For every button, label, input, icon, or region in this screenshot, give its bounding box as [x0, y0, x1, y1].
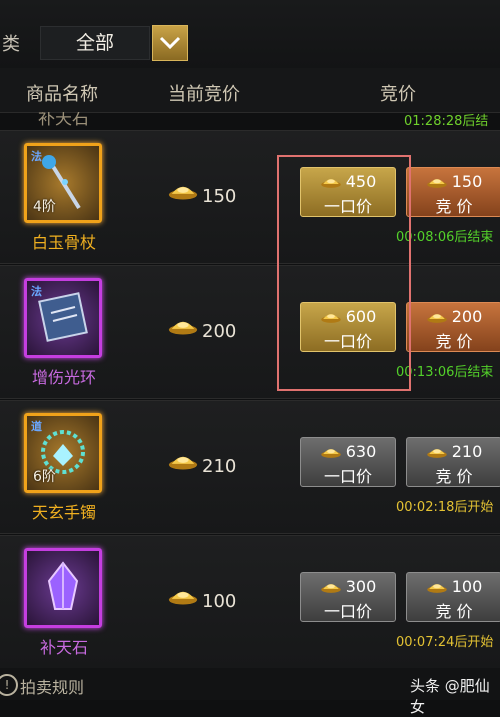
bid-button[interactable]: 200 竞 价 — [406, 302, 500, 352]
item-icon-slot[interactable]: 法 4阶 — [24, 143, 102, 223]
current-bid-value: 100 — [202, 591, 237, 612]
bid-button[interactable]: 210 竞 价 — [406, 437, 500, 487]
item-icon-slot[interactable]: 道 6阶 — [24, 413, 102, 493]
item-art-icon — [35, 287, 91, 351]
buyout-label: 一口价 — [323, 602, 372, 621]
item-name: 天玄手镯 — [31, 503, 96, 522]
footer: ! 拍卖规则 头条 @肥仙女 — [0, 668, 500, 716]
column-header: 商品名称 当前竞价 竞价 — [0, 68, 500, 113]
gold-ingot-icon — [427, 313, 447, 323]
item-name: 补天石 — [39, 638, 88, 657]
gold-ingot-icon — [321, 583, 341, 593]
column-name: 商品名称 — [26, 84, 98, 105]
bid-label: 竞 价 — [435, 332, 473, 351]
auction-rules-link[interactable]: 拍卖规则 — [20, 674, 84, 698]
prev-item-name: 补天石 — [38, 112, 89, 129]
previous-row-partial: 补天石 01:28:28后结束 — [0, 112, 500, 130]
gold-ingot-icon — [427, 448, 447, 458]
item-tier: 4阶 — [33, 199, 56, 215]
gold-ingot-icon — [321, 448, 341, 458]
auction-row: 补天石 100 300 一口价 100 竞 价 00:07:24后开始 — [0, 535, 500, 669]
bid-price: 150 — [451, 172, 483, 191]
gold-ingot-icon — [168, 591, 198, 605]
category-dropdown-button[interactable] — [152, 25, 188, 61]
auction-row: 道 6阶天玄手镯 210 630 一口价 210 竞 价 00:02:18后开始 — [0, 400, 500, 534]
item-name: 增伤光环 — [31, 368, 96, 387]
chevron-down-icon — [159, 36, 181, 50]
buyout-button[interactable]: 300 一口价 — [300, 572, 396, 622]
item-name: 白玉骨杖 — [31, 233, 96, 252]
bid-button[interactable]: 100 竞 价 — [406, 572, 500, 622]
info-icon[interactable]: ! — [0, 674, 18, 696]
bid-price: 200 — [451, 307, 483, 326]
item-icon-slot[interactable] — [24, 548, 102, 628]
current-bid-value: 200 — [202, 321, 237, 342]
bid-label: 竞 价 — [435, 602, 473, 621]
item-icon-slot[interactable]: 法 — [24, 278, 102, 358]
highlight-annotation — [277, 155, 411, 391]
item-art-icon — [35, 557, 91, 621]
auction-timer: 00:07:24后开始 — [396, 635, 494, 650]
item-tier: 6阶 — [33, 469, 56, 485]
column-current-bid: 当前竞价 — [168, 84, 240, 105]
buyout-price: 630 — [345, 442, 377, 461]
current-bid-value: 210 — [202, 456, 237, 477]
bid-button[interactable]: 150 竞 价 — [406, 167, 500, 217]
gold-ingot-icon — [168, 321, 198, 335]
gold-ingot-icon — [168, 186, 198, 200]
buyout-price: 300 — [345, 577, 377, 596]
auction-timer: 00:02:18后开始 — [396, 500, 494, 515]
bid-price: 100 — [451, 577, 483, 596]
buyout-label: 一口价 — [323, 467, 372, 486]
gold-ingot-icon — [168, 456, 198, 470]
column-bid: 竞价 — [380, 84, 416, 105]
gold-ingot-icon — [427, 178, 447, 188]
bid-price: 210 — [451, 442, 483, 461]
category-label: 类 — [2, 34, 20, 55]
current-bid-value: 150 — [202, 186, 237, 207]
auction-row: 法增伤光环 200 600 一口价 200 竞 价 00:13:06后结束 — [0, 265, 500, 399]
bid-label: 竞 价 — [435, 467, 473, 486]
bid-label: 竞 价 — [435, 197, 473, 216]
watermark: 头条 @肥仙女 — [410, 677, 490, 716]
category-select[interactable]: 全部 — [40, 26, 150, 60]
gold-ingot-icon — [427, 583, 447, 593]
auction-row: 法 4阶 白玉骨杖 150 450 一口价 150 竞 价 00:08:06后结束 — [0, 130, 500, 264]
buyout-button[interactable]: 630 一口价 — [300, 437, 396, 487]
filter-bar: 类 全部 — [0, 0, 500, 69]
prev-item-timer: 01:28:28后结束 — [404, 114, 489, 129]
